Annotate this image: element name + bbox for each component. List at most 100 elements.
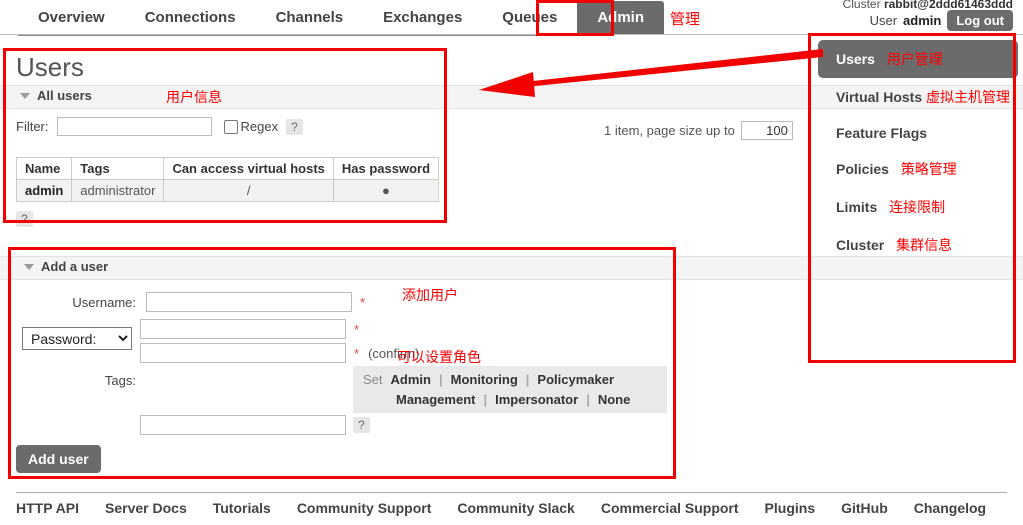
sidebar-item-limits[interactable]: Limits 连接限制: [818, 188, 1018, 226]
tag-option-none[interactable]: None: [598, 392, 631, 407]
footer-link-server-docs[interactable]: Server Docs: [105, 500, 187, 516]
tag-option-impersonator[interactable]: Impersonator: [495, 392, 578, 407]
sidebar-item-policies[interactable]: Policies 策略管理: [818, 150, 1018, 188]
tag-option-policymaker[interactable]: Policymaker: [537, 372, 614, 387]
tags-annotation: 可以设置角色: [397, 349, 481, 365]
cell-user-tags: administrator: [71, 179, 165, 202]
username-required-mark: *: [360, 294, 366, 310]
page-title: Users: [16, 52, 84, 82]
footer-links: HTTP API Server Docs Tutorials Community…: [16, 500, 986, 516]
sidebar-item-label: Limits: [836, 199, 878, 215]
regex-toggle[interactable]: Regex: [223, 119, 279, 134]
table-row[interactable]: admin administrator / ●: [15, 179, 440, 202]
paging-controls: 1 item, page size up to: [604, 121, 793, 140]
footer-link-community-support[interactable]: Community Support: [297, 500, 432, 516]
password-input[interactable]: [140, 319, 346, 339]
sidebar-item-label: Feature Flags: [836, 125, 928, 141]
sidebar-item-cluster[interactable]: Cluster 集群信息: [818, 226, 1018, 264]
add-user-button[interactable]: Add user: [16, 445, 101, 473]
footer-link-plugins[interactable]: Plugins: [765, 500, 816, 516]
regex-label: Regex: [240, 119, 279, 134]
username-label: Username:: [72, 294, 136, 310]
top-navigation-bar: Overview Connections Channels Exchanges …: [0, 0, 1023, 38]
password-required-mark: *: [354, 321, 360, 337]
footer-link-community-slack[interactable]: Community Slack: [457, 500, 574, 516]
filter-label: Filter:: [16, 119, 49, 134]
nav-admin-annotation: 管理: [670, 10, 701, 28]
topbar-divider: [0, 34, 1023, 35]
nav-item-channels[interactable]: Channels: [256, 1, 364, 35]
password-confirm-required-mark: *: [354, 345, 360, 361]
filter-row: Filter: Regex ?: [16, 117, 303, 136]
password-type-select[interactable]: Password:: [22, 327, 132, 350]
username-input[interactable]: [146, 292, 352, 312]
user-name: admin: [903, 13, 942, 28]
sidebar-item-annotation: 连接限制: [889, 199, 946, 215]
nav-item-admin[interactable]: Admin: [577, 1, 664, 35]
tag-presets-box: Set Admin | Monitoring | Policymaker Man…: [353, 366, 667, 413]
password-confirm-input[interactable]: [140, 343, 346, 363]
col-header-tags[interactable]: Tags: [71, 157, 165, 180]
sidebar-item-users[interactable]: Users 用户管理: [818, 40, 1018, 78]
tags-row: Tags:: [16, 373, 146, 388]
user-info: User admin Log out: [870, 10, 1013, 31]
sidebar-item-virtual-hosts[interactable]: Virtual Hosts 虚拟主机管理: [818, 78, 1018, 116]
add-user-label: Add a user: [41, 259, 109, 274]
table-header-row: Name Tags Can access virtual hosts Has p…: [15, 157, 440, 180]
logout-button[interactable]: Log out: [947, 10, 1013, 31]
all-users-annotation: 用户信息: [166, 89, 222, 105]
filter-help-icon[interactable]: ?: [286, 118, 303, 135]
col-header-vhosts[interactable]: Can access virtual hosts: [163, 157, 334, 180]
page-root: Overview Connections Channels Exchanges …: [0, 0, 1023, 525]
username-row: Username: *: [16, 292, 365, 312]
paging-summary: 1 item, page size up to: [604, 123, 735, 138]
tags-input[interactable]: [140, 415, 346, 435]
tag-presets-row-1: Set Admin | Monitoring | Policymaker: [363, 372, 661, 387]
sidebar-item-label: Cluster: [836, 237, 885, 253]
all-users-toggle[interactable]: All users: [20, 88, 92, 103]
tag-option-admin[interactable]: Admin: [391, 372, 431, 387]
page-size-input[interactable]: [740, 121, 793, 140]
col-header-name[interactable]: Name: [15, 157, 73, 180]
sidebar-item-feature-flags[interactable]: Feature Flags: [818, 116, 1018, 150]
footer-link-tutorials[interactable]: Tutorials: [213, 500, 271, 516]
sidebar-item-annotation: 集群信息: [896, 237, 953, 253]
footer-link-http-api[interactable]: HTTP API: [16, 500, 79, 516]
user-label: User: [869, 13, 898, 28]
sidebar-item-label: Virtual Hosts: [836, 89, 923, 105]
sidebar-item-label: Users: [836, 51, 875, 67]
nav-item-connections[interactable]: Connections: [125, 1, 256, 35]
sidebar-item-annotation: 策略管理: [900, 161, 957, 177]
sidebar-item-annotation: 用户管理: [886, 51, 943, 67]
tags-input-row: ?: [140, 415, 370, 435]
add-user-annotation: 添加用户: [402, 287, 458, 303]
password-select-row: Password:: [22, 327, 132, 350]
tag-separator: |: [525, 372, 530, 387]
tag-separator: |: [483, 392, 488, 407]
cell-user-vhosts: /: [163, 179, 334, 202]
tags-help-icon[interactable]: ?: [353, 417, 370, 433]
tag-presets-row-2: Management | Impersonator | None: [363, 392, 661, 407]
nav-item-exchanges[interactable]: Exchanges: [363, 1, 482, 35]
set-label: Set: [363, 372, 383, 387]
cell-user-name[interactable]: admin: [15, 179, 73, 202]
footer-link-commercial-support[interactable]: Commercial Support: [601, 500, 739, 516]
tag-option-management[interactable]: Management: [396, 392, 475, 407]
chevron-down-icon: [20, 92, 30, 99]
col-header-has-password[interactable]: Has password: [332, 157, 440, 180]
tag-separator: |: [586, 392, 590, 407]
tag-option-monitoring[interactable]: Monitoring: [451, 372, 518, 387]
add-user-toggle[interactable]: Add a user: [24, 259, 108, 274]
footer-divider: [16, 492, 1007, 493]
regex-checkbox[interactable]: [223, 119, 238, 134]
tag-separator: |: [438, 372, 443, 387]
main-nav: Overview Connections Channels Exchanges …: [18, 0, 706, 36]
filter-input[interactable]: [56, 117, 212, 136]
users-table-help-icon[interactable]: ?: [16, 211, 33, 227]
footer-link-github[interactable]: GitHub: [841, 500, 888, 516]
annotation-box-add-user-panel: [8, 247, 676, 479]
nav-item-overview[interactable]: Overview: [18, 1, 125, 35]
footer-link-changelog[interactable]: Changelog: [914, 500, 986, 516]
password-confirm-row: * (confirm): [140, 343, 419, 363]
nav-item-queues[interactable]: Queues: [482, 1, 577, 35]
